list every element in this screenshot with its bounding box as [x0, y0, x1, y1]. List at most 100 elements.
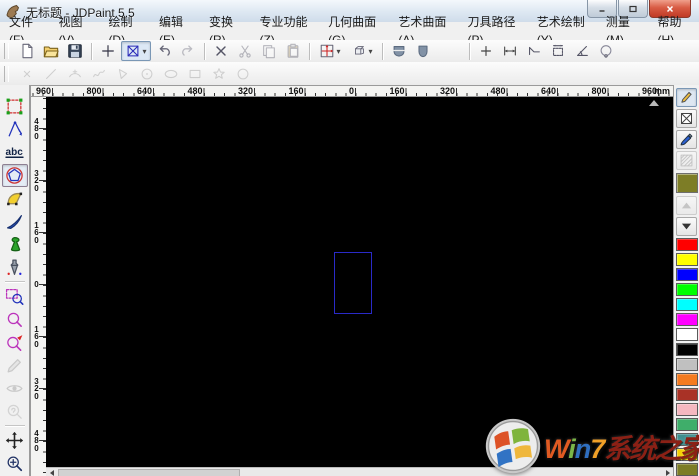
color-swatch[interactable]	[675, 463, 698, 476]
view-3d-button[interactable]: ▾	[347, 41, 377, 61]
hruler-label: 800	[86, 86, 102, 96]
toolbar-separator	[382, 42, 383, 60]
pick-point-button[interactable]	[97, 41, 119, 61]
drill-tool-button[interactable]	[2, 256, 28, 279]
cut-button	[234, 41, 256, 61]
draw-color-button[interactable]	[676, 88, 697, 107]
delete-button[interactable]	[210, 41, 232, 61]
color-swatch[interactable]	[675, 418, 698, 431]
view-3d-icon	[351, 43, 367, 59]
copy-button	[258, 41, 280, 61]
measure-compass-tool-button[interactable]	[2, 118, 28, 141]
coordinate-frame-button[interactable]: ▾	[315, 41, 345, 61]
copy-icon	[261, 43, 277, 59]
toolbar-main: ▾ ▾ ▾	[0, 40, 699, 63]
new-file-icon	[19, 43, 35, 59]
color-swatch[interactable]	[675, 328, 698, 341]
color-swatch[interactable]	[675, 268, 698, 281]
paste-button	[282, 41, 304, 61]
open-file-button[interactable]	[40, 41, 62, 61]
horizontal-ruler: mm 960 800 640 480 320 160 0 160 320 480 640 800 960	[30, 85, 673, 97]
scroll-left-arrow-icon[interactable]	[47, 469, 56, 476]
select-tool-button[interactable]	[2, 95, 28, 118]
toolbox-separator	[4, 281, 25, 283]
color-swatch[interactable]	[675, 433, 698, 446]
redo-button	[177, 41, 199, 61]
draw-line-icon	[43, 66, 59, 82]
zoom-tool-button[interactable]	[2, 308, 28, 331]
drawing-canvas[interactable]	[46, 97, 673, 467]
measure-arc-button[interactable]	[595, 41, 617, 61]
node-edit-tool-button[interactable]	[2, 187, 28, 210]
draw-arc-button	[64, 64, 86, 84]
app-window: 无标题 - JDPaint 5.5 文件(F)视图(V)绘制(D)编辑(E)变换…	[0, 0, 699, 476]
color-swatch[interactable]	[675, 313, 698, 326]
draw-ellipse-icon	[163, 66, 179, 82]
color-swatch[interactable]	[675, 358, 698, 371]
measure-angle-button[interactable]	[571, 41, 593, 61]
zoom-window-tool-button[interactable]	[2, 285, 28, 308]
vruler-label: 0	[34, 280, 39, 290]
paste-icon	[285, 43, 301, 59]
measure-distance-button[interactable]	[499, 41, 521, 61]
draw-ellipse-button	[160, 64, 182, 84]
toolbar-separator	[309, 42, 310, 60]
vruler-label: 3 2 0	[34, 168, 39, 193]
redo-icon	[180, 43, 196, 59]
draw-point-button	[16, 64, 38, 84]
toolbar-grip[interactable]	[4, 43, 9, 59]
hruler-label: 320	[237, 86, 253, 96]
knife-tool-button[interactable]	[2, 210, 28, 233]
new-file-button[interactable]	[16, 41, 38, 61]
dropdown-arrow-icon[interactable]: ▾	[142, 47, 146, 56]
color-swatch[interactable]	[675, 343, 698, 356]
dropdown-arrow-icon[interactable]: ▾	[336, 47, 340, 56]
draw-star-icon	[211, 66, 227, 82]
horizontal-scrollbar[interactable]	[46, 467, 673, 476]
undo-button[interactable]	[153, 41, 175, 61]
hruler-label: 160	[389, 86, 405, 96]
measure-point-button[interactable]	[475, 41, 497, 61]
canvas-scroll-up-icon[interactable]	[649, 100, 659, 106]
zoom-previous-tool-button	[2, 400, 28, 423]
scroll-right-arrow-icon[interactable]	[663, 469, 672, 476]
palette-scroll-down-button[interactable]	[676, 217, 697, 236]
fill-color-button[interactable]	[676, 130, 697, 149]
draw-star-button	[208, 64, 230, 84]
hruler-label: 800	[591, 86, 607, 96]
color-palette	[673, 85, 699, 476]
color-swatch[interactable]	[675, 253, 698, 266]
shade-wireframe-button[interactable]	[388, 41, 410, 61]
color-swatch[interactable]	[675, 388, 698, 401]
shade-solid-button[interactable]	[412, 41, 434, 61]
lathe-tool-button[interactable]	[2, 233, 28, 256]
dropdown-arrow-icon[interactable]: ▾	[368, 47, 372, 56]
toolbar-separator	[469, 42, 470, 60]
hruler-label: 480	[187, 86, 203, 96]
select-frame-button[interactable]: ▾	[121, 41, 151, 61]
measure-distance-icon	[502, 43, 518, 59]
measure-path-button[interactable]	[523, 41, 545, 61]
delete-icon	[213, 43, 229, 59]
no-color-button[interactable]	[676, 109, 697, 128]
measure-dimension-button[interactable]	[547, 41, 569, 61]
color-swatch[interactable]	[675, 298, 698, 311]
vruler-label: 3 2 0	[34, 376, 39, 401]
color-swatch[interactable]	[675, 373, 698, 386]
drawn-rectangle[interactable]	[334, 252, 372, 314]
shape-tool-button[interactable]	[1, 164, 28, 187]
text-tool-button[interactable]: abc	[2, 141, 28, 164]
draw-spline-button	[88, 64, 110, 84]
save-file-button[interactable]	[64, 41, 86, 61]
zoom-dynamic-tool-button[interactable]	[2, 331, 28, 354]
pan-tool-button[interactable]	[2, 429, 28, 452]
color-swatch[interactable]	[675, 283, 698, 296]
color-swatch[interactable]	[675, 403, 698, 416]
zoom-in-tool-button[interactable]	[2, 452, 28, 475]
scrollbar-thumb[interactable]	[58, 469, 240, 476]
toolbar-grip[interactable]	[4, 65, 9, 82]
color-swatch[interactable]	[675, 448, 698, 461]
color-swatch[interactable]	[675, 238, 698, 251]
vertical-ruler: 6 4 04 8 03 2 01 6 001 6 03 2 04 8 06 4 …	[30, 97, 46, 476]
measure-point-icon	[478, 43, 494, 59]
